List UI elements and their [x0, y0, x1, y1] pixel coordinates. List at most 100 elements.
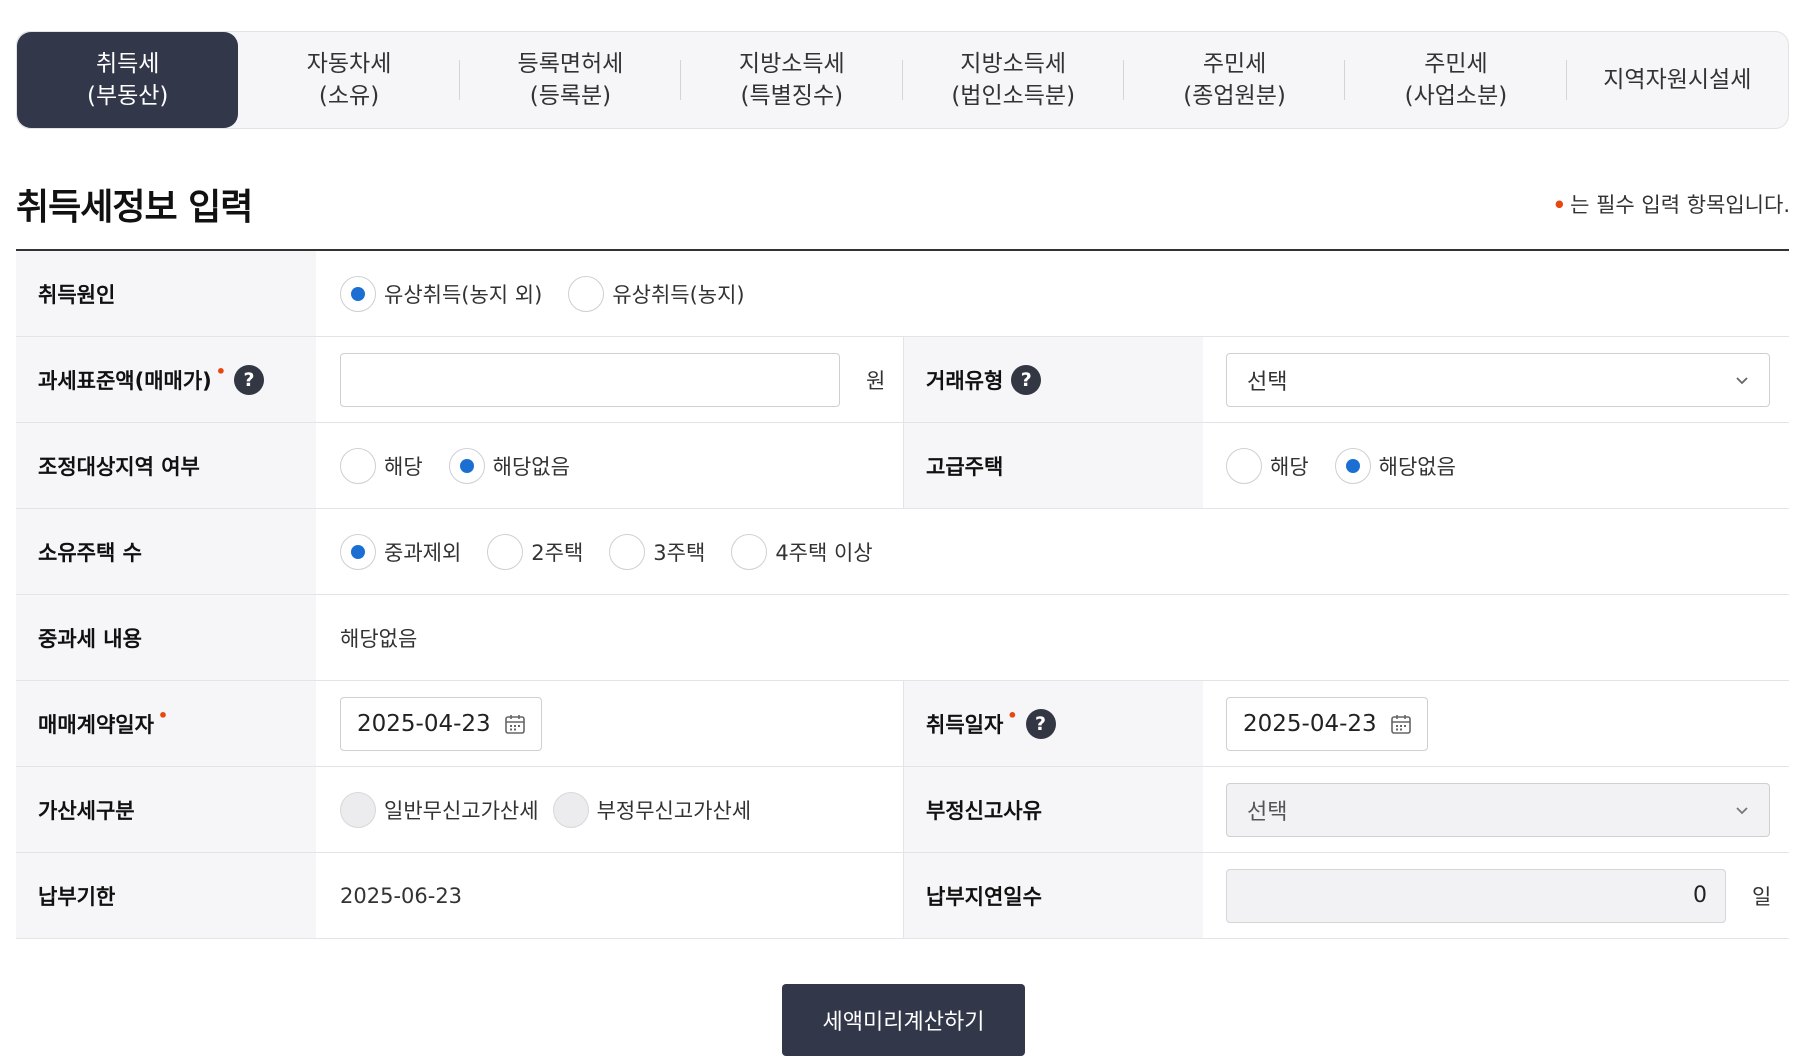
fraud-reason-select[interactable]: 선택	[1226, 782, 1770, 837]
tab-label: 지방소득세 (법인소득분)	[951, 51, 1076, 109]
tab-label: 주민세 (종업원분)	[1183, 51, 1286, 109]
tab-label: 지역자원시설세	[1603, 67, 1752, 93]
luxury-house-value-cell: 해당 해당없음	[1226, 423, 1482, 508]
radio-circle	[340, 791, 376, 828]
radio-circle	[340, 447, 376, 484]
calendar-icon[interactable]	[503, 712, 527, 736]
help-icon[interactable]: ?	[1025, 708, 1056, 739]
date-value: 2025-04-23	[1243, 710, 1377, 737]
row-penalty: 가산세구분 일반무신고가산세 부정무신고가산세 부정신고사유 선택	[16, 767, 1789, 853]
radio-penalty-general[interactable]: 일반무신고가산세	[340, 791, 539, 828]
adjusted-area-radio-group: 해당 해당없음	[340, 447, 596, 484]
date-value: 2025-04-23	[357, 710, 491, 737]
penalty-type-value-cell: 일반무신고가산세 부정무신고가산세	[340, 767, 777, 852]
radio-house-3[interactable]: 3주택	[609, 533, 705, 570]
unit-days: 일	[1752, 884, 1772, 909]
radio-adjusted-yes[interactable]: 해당	[340, 447, 423, 484]
radio-luxury-yes[interactable]: 해당	[1226, 447, 1309, 484]
radio-circle	[1334, 447, 1371, 484]
house-count-value-cell: 중과제외 2주택 3주택 4주택 이상	[340, 509, 899, 594]
label-text: 거래유형	[926, 368, 1004, 393]
trade-type-select[interactable]: 선택	[1226, 352, 1770, 407]
tax-base-input[interactable]	[340, 352, 840, 407]
tab-vehicle-tax[interactable]: 자동차세 (소유)	[238, 32, 460, 128]
label-delay-days: 납부지연일수	[903, 853, 1203, 938]
radio-house-2[interactable]: 2주택	[487, 533, 583, 570]
required-dot: •	[1007, 706, 1018, 725]
label-text: 취득일자	[926, 712, 1004, 737]
chevron-down-icon	[1736, 806, 1748, 814]
required-dot: •	[215, 362, 226, 381]
label-luxury-house: 고급주택	[903, 423, 1203, 508]
radio-label: 일반무신고가산세	[384, 798, 539, 823]
tab-label: 지방소득세 (특별징수)	[738, 51, 845, 109]
tab-local-income-special[interactable]: 지방소득세 (특별징수)	[681, 32, 903, 128]
radio-label: 4주택 이상	[775, 540, 873, 565]
radio-house-4plus[interactable]: 4주택 이상	[731, 533, 873, 570]
label-adjusted-area: 조정대상지역 여부	[16, 423, 316, 508]
radio-label: 유상취득(농지 외)	[384, 282, 543, 307]
required-note: • 는 필수 입력 항목입니다.	[1553, 189, 1790, 219]
label-contract-date: 매매계약일자 •	[16, 681, 316, 766]
radio-circle	[1226, 447, 1262, 484]
tab-registration-tax[interactable]: 등록면허세 (등록분)	[460, 32, 682, 128]
tab-acquisition-tax[interactable]: 취득세 (부동산)	[17, 32, 239, 128]
label-text: 매매계약일자	[38, 712, 154, 737]
tab-label: 취득세 (부동산)	[86, 51, 169, 109]
radio-label: 중과제외	[384, 540, 462, 565]
luxury-house-radio-group: 해당 해당없음	[1226, 447, 1482, 484]
label-text: 과세표준액(매매가)	[38, 368, 212, 393]
tab-local-income-corporate[interactable]: 지방소득세 (법인소득분)	[903, 32, 1124, 128]
radio-label: 해당없음	[492, 454, 570, 479]
calendar-icon[interactable]	[1389, 712, 1413, 736]
label-heavy-tax: 중과세 내용	[16, 595, 316, 680]
radio-circle	[552, 791, 589, 828]
delay-days-value: 0	[1693, 883, 1707, 908]
radio-circle	[568, 275, 605, 312]
tab-resident-business[interactable]: 주민세 (사업소분)	[1345, 32, 1567, 128]
label-tax-base: 과세표준액(매매가) • ?	[16, 337, 316, 422]
radio-adjusted-no[interactable]: 해당없음	[448, 447, 570, 484]
radio-label: 해당	[384, 454, 423, 479]
select-value: 선택	[1247, 369, 1288, 395]
radio-label: 해당없음	[1378, 454, 1456, 479]
radio-circle	[448, 447, 485, 484]
required-dot: •	[1552, 193, 1567, 217]
tab-label: 주민세 (사업소분)	[1404, 51, 1508, 109]
acquisition-date-input[interactable]: 2025-04-23	[1226, 696, 1428, 751]
page-title: 취득세정보 입력	[16, 187, 253, 228]
radio-circle	[340, 275, 376, 312]
delay-days-field: 0	[1226, 868, 1726, 923]
help-icon[interactable]: ?	[234, 364, 264, 395]
required-note-text: 는 필수 입력 항목입니다.	[1570, 193, 1790, 217]
acquisition-date-value-cell: 2025-04-23	[1226, 681, 1428, 766]
tab-resident-employee[interactable]: 주민세 (종업원분)	[1124, 32, 1346, 128]
radio-paid-nonfarm[interactable]: 유상취득(농지 외)	[340, 275, 543, 312]
penalty-type-radio-group: 일반무신고가산세 부정무신고가산세	[340, 791, 777, 828]
contract-date-value-cell: 2025-04-23	[340, 681, 542, 766]
radio-penalty-fraud[interactable]: 부정무신고가산세	[552, 791, 751, 828]
radio-luxury-no[interactable]: 해당없음	[1334, 447, 1456, 484]
acquisition-cause-options: 유상취득(농지 외) 유상취득(농지)	[340, 251, 771, 336]
contract-date-input[interactable]: 2025-04-23	[340, 696, 542, 751]
tax-type-tabs: 취득세 (부동산) 자동차세 (소유) 등록면허세 (등록분) 지방소득세 (특…	[16, 31, 1789, 129]
label-trade-type: 거래유형 ?	[903, 337, 1203, 422]
label-penalty-type: 가산세구분	[16, 767, 316, 852]
label-fraud-reason: 부정신고사유	[903, 767, 1203, 852]
label-acquisition-cause: 취득원인	[16, 251, 316, 336]
tab-regional-resource[interactable]: 지역자원시설세	[1567, 32, 1788, 128]
radio-paid-farm[interactable]: 유상취득(농지)	[568, 275, 745, 312]
label-house-count: 소유주택 수	[16, 509, 316, 594]
tax-base-value-cell: 원	[340, 337, 885, 422]
radio-house-exempt[interactable]: 중과제외	[340, 533, 462, 570]
radio-circle	[609, 533, 646, 570]
row-acquisition-cause: 취득원인 유상취득(농지 외) 유상취득(농지)	[16, 251, 1789, 337]
help-icon[interactable]: ?	[1011, 364, 1042, 395]
fraud-reason-value-cell: 선택	[1226, 767, 1770, 852]
radio-circle	[340, 533, 376, 570]
row-house-count: 소유주택 수 중과제외 2주택 3주택 4주택 이상	[16, 509, 1789, 595]
row-due: 납부기한 2025-06-23 납부지연일수 0 일	[16, 853, 1789, 939]
calculate-button[interactable]: 세액미리계산하기	[782, 984, 1025, 1056]
row-adjusted-area: 조정대상지역 여부 해당 해당없음 고급주택 해당 해당없음	[16, 423, 1789, 509]
radio-circle	[731, 533, 768, 570]
